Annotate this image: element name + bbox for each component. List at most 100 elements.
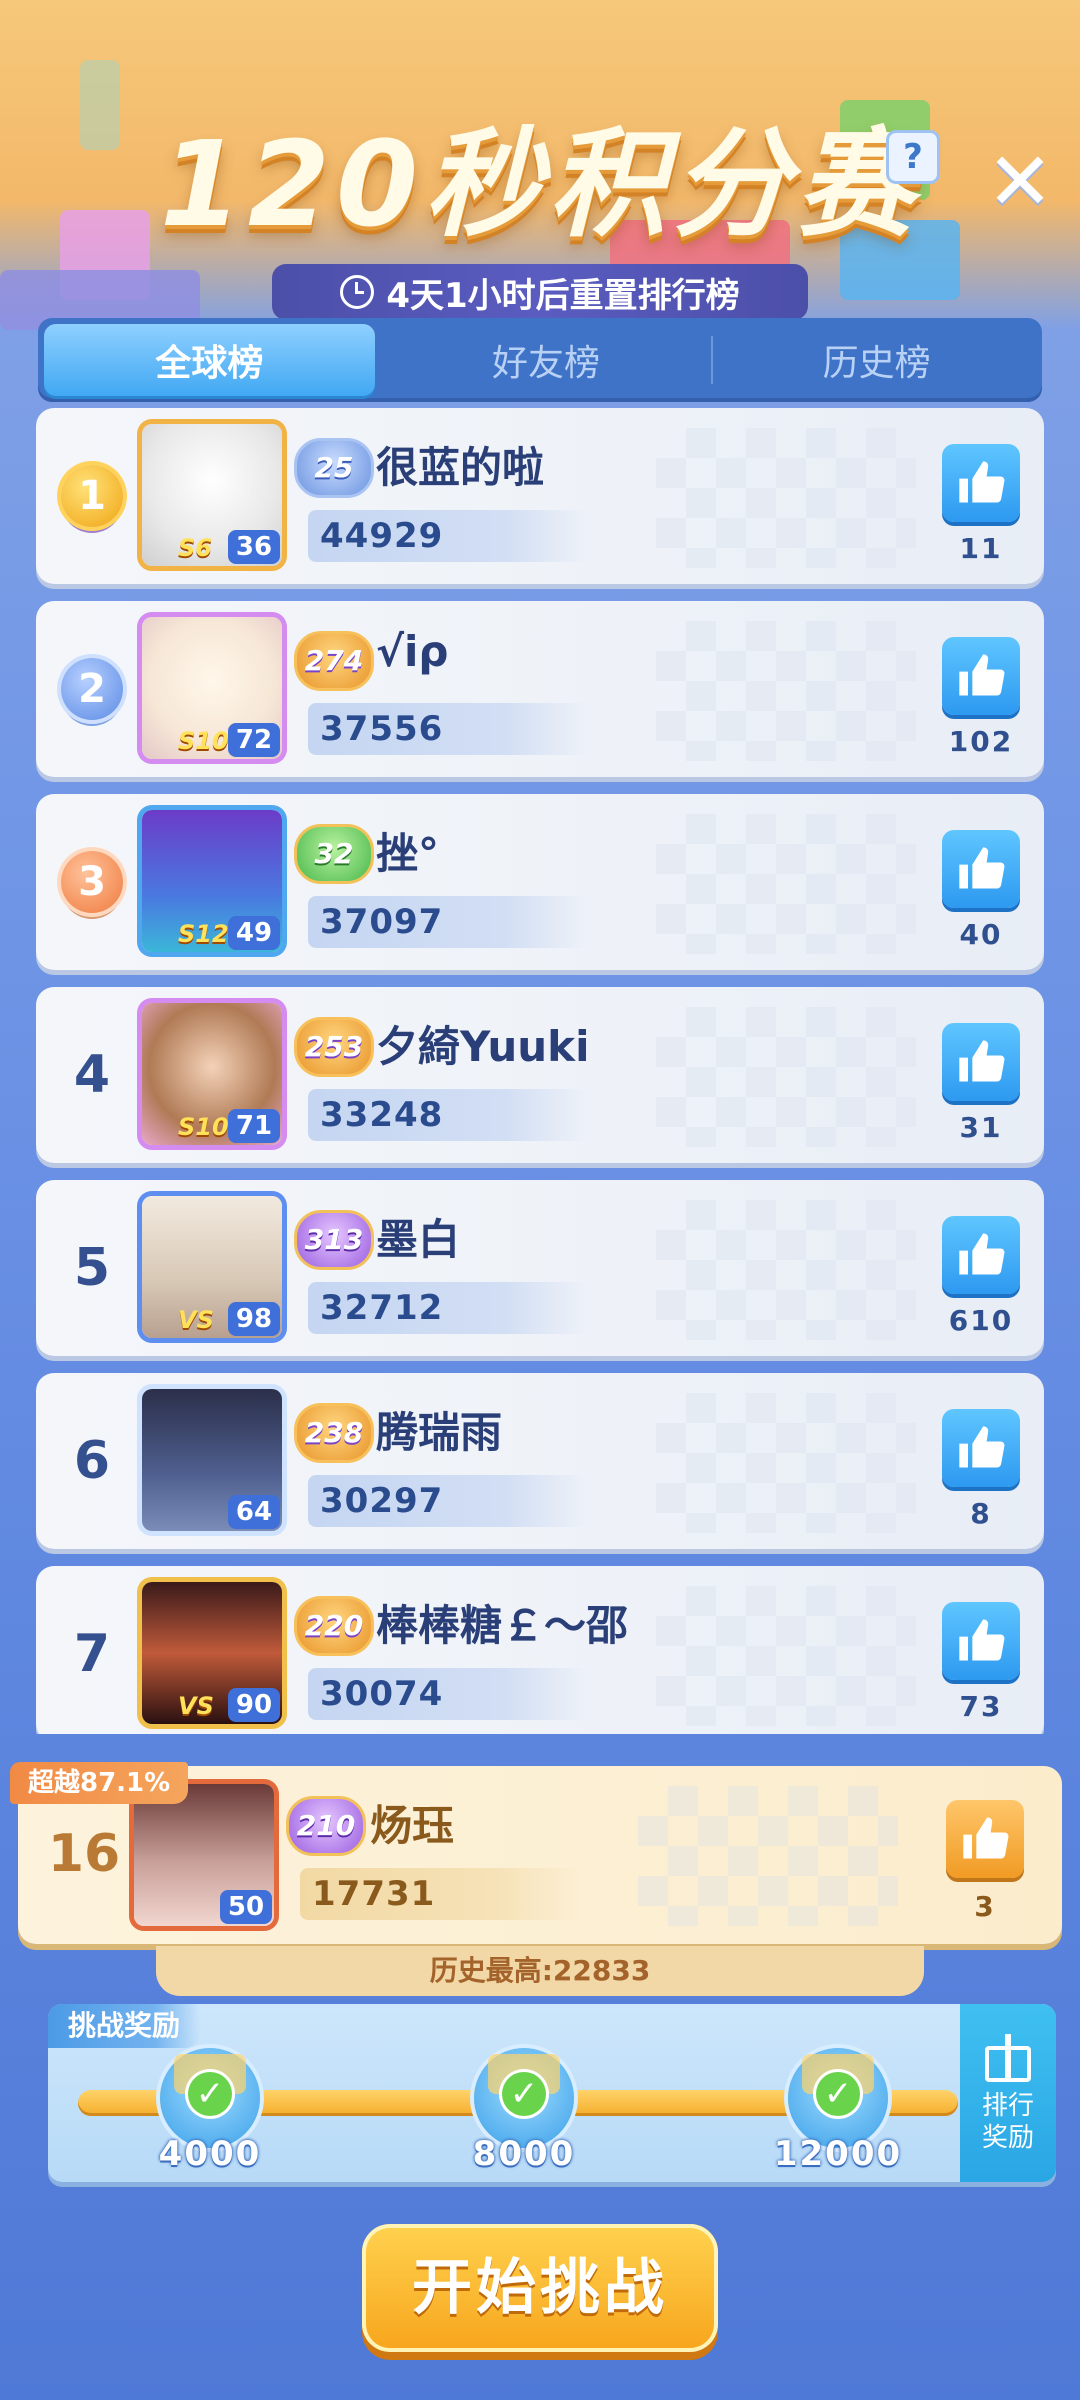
season-tag: S6 (178, 534, 212, 562)
like-count: 31 (959, 1111, 1003, 1144)
help-button[interactable]: ? (886, 130, 940, 184)
like-count: 610 (948, 1304, 1014, 1337)
season-tag: VS (178, 1306, 214, 1334)
reset-timer: 4天1小时后重置排行榜 (272, 264, 808, 320)
player-score: 32712 (308, 1282, 590, 1334)
player-name: 腾瑞雨 (376, 1408, 503, 1457)
my-like-button[interactable] (946, 1800, 1024, 1878)
reward-node-3[interactable]: ✓ (788, 2048, 888, 2148)
thumbs-up-icon (959, 461, 1005, 503)
leaderboard-row[interactable]: 7 VS 90 220 棒棒糖￡～邵 30074 73 (36, 1566, 1044, 1734)
player-score: 37097 (308, 896, 590, 948)
leaderboard-row[interactable]: 4 S10 71 253 夕綺Yuuki 33248 31 (36, 987, 1044, 1163)
tier-badge: 32 (294, 824, 374, 884)
like-count: 8 (970, 1497, 992, 1530)
like-button[interactable] (942, 1216, 1020, 1294)
like-button[interactable] (942, 1602, 1020, 1680)
leaderboard-tabs: 全球榜 好友榜 历史榜 (38, 318, 1042, 402)
player-avatar[interactable]: VS 90 (142, 1582, 282, 1724)
start-challenge-button[interactable]: 开始挑战 (362, 2224, 718, 2352)
reset-timer-text: 4天1小时后重置排行榜 (386, 275, 740, 316)
bronze-medal-icon: 3 (61, 851, 123, 913)
row-pattern (656, 1393, 916, 1533)
player-level: 49 (228, 916, 280, 950)
reward-node-1[interactable]: ✓ (160, 2048, 260, 2148)
rank-reward-button[interactable]: 排行 奖励 (960, 2004, 1056, 2182)
player-level: 72 (228, 723, 280, 757)
my-like-count: 3 (974, 1890, 996, 1923)
rank-reward-label-2: 奖励 (981, 2123, 1034, 2153)
like-button[interactable] (942, 637, 1020, 715)
leaderboard-row[interactable]: 5 VS 98 313 墨白 32712 610 (36, 1180, 1044, 1356)
reward-node-2[interactable]: ✓ (474, 2048, 574, 2148)
player-score: 30297 (308, 1475, 590, 1527)
thumbs-up-icon (959, 1426, 1005, 1468)
tier-badge: 25 (294, 438, 374, 498)
close-button[interactable]: ✕ (986, 142, 1054, 222)
season-tag: S12 (178, 920, 229, 948)
row-pattern (656, 1007, 916, 1147)
surpass-badge: 超越87.1% (10, 1762, 189, 1804)
player-score: 37556 (308, 703, 590, 755)
rank-number: 4 (73, 1045, 111, 1105)
check-icon: ✓ (188, 2072, 232, 2116)
like-count: 40 (959, 918, 1003, 951)
challenge-rewards: 挑战奖励 ✓ 4000 ✓ 8000 ✓ 12000 排行 奖励 (48, 2004, 1056, 2182)
leaderboard-row[interactable]: 1 S6 36 25 很蓝的啦 44929 11 (36, 408, 1044, 584)
reward-milestone-label: 12000 (773, 2134, 903, 2174)
player-avatar[interactable]: S6 36 (142, 424, 282, 566)
my-tier-badge: 210 (286, 1796, 366, 1856)
tab-history[interactable]: 历史榜 (711, 318, 1042, 402)
rank-number: 1 (36, 408, 148, 584)
my-level: 50 (220, 1890, 272, 1924)
gift-icon (981, 2032, 1035, 2082)
rank-reward-label-1: 排行 (981, 2091, 1034, 2121)
tier-badge: 238 (294, 1403, 374, 1463)
player-level: 64 (228, 1495, 280, 1529)
silver-medal-icon: 2 (61, 658, 123, 720)
reward-milestone-label: 4000 (158, 2134, 262, 2174)
player-name: 墨白 (376, 1215, 461, 1264)
like-count: 73 (959, 1690, 1003, 1723)
player-name: 棒棒糖￡～邵 (376, 1601, 629, 1650)
tier-badge: 253 (294, 1017, 374, 1077)
gold-medal-icon: 1 (61, 465, 123, 527)
player-avatar[interactable]: S12 49 (142, 810, 282, 952)
like-count: 11 (959, 532, 1003, 565)
player-avatar[interactable]: VS 98 (142, 1196, 282, 1338)
tier-badge: 220 (294, 1596, 374, 1656)
leaderboard-row[interactable]: 2 S10 72 274 √iρ 37556 102 (36, 601, 1044, 777)
row-pattern (656, 621, 916, 761)
leaderboard-row[interactable]: 6 64 238 腾瑞雨 30297 8 (36, 1373, 1044, 1549)
like-button[interactable] (942, 830, 1020, 908)
player-score: 44929 (308, 510, 590, 562)
like-count: 102 (948, 725, 1014, 758)
my-avatar[interactable]: 50 (134, 1784, 274, 1926)
player-avatar[interactable]: S10 72 (142, 617, 282, 759)
history-best: 历史最高:22833 (156, 1946, 924, 1996)
player-score: 30074 (308, 1668, 590, 1720)
thumbs-up-icon (959, 1040, 1005, 1082)
leaderboard-list[interactable]: 1 S6 36 25 很蓝的啦 44929 11 2 S10 72 274 √iρ 37556 102 3 S… (36, 408, 1044, 1734)
screen: { "header": { "title": "120秒积分赛", "help_… (0, 0, 1080, 2400)
player-level: 36 (228, 530, 280, 564)
like-button[interactable] (942, 1023, 1020, 1101)
like-button[interactable] (942, 444, 1020, 522)
row-pattern (656, 814, 916, 954)
thumbs-up-icon (959, 1233, 1005, 1275)
my-score: 17731 (300, 1868, 582, 1920)
like-button[interactable] (942, 1409, 1020, 1487)
rank-number: 6 (73, 1431, 111, 1491)
player-avatar[interactable]: S10 71 (142, 1003, 282, 1145)
challenge-rewards-title: 挑战奖励 (48, 2004, 201, 2048)
tab-friends[interactable]: 好友榜 (381, 318, 712, 402)
tab-global[interactable]: 全球榜 (44, 324, 375, 396)
leaderboard-row[interactable]: 3 S12 49 32 挫° 37097 40 (36, 794, 1044, 970)
player-name: 挫° (376, 829, 440, 878)
player-level: 90 (228, 1688, 280, 1722)
rank-number: 3 (36, 794, 148, 970)
row-pattern (656, 1200, 916, 1340)
player-avatar[interactable]: 64 (142, 1389, 282, 1531)
my-name: 炀珏 (370, 1801, 455, 1850)
thumbs-up-icon (963, 1817, 1009, 1859)
